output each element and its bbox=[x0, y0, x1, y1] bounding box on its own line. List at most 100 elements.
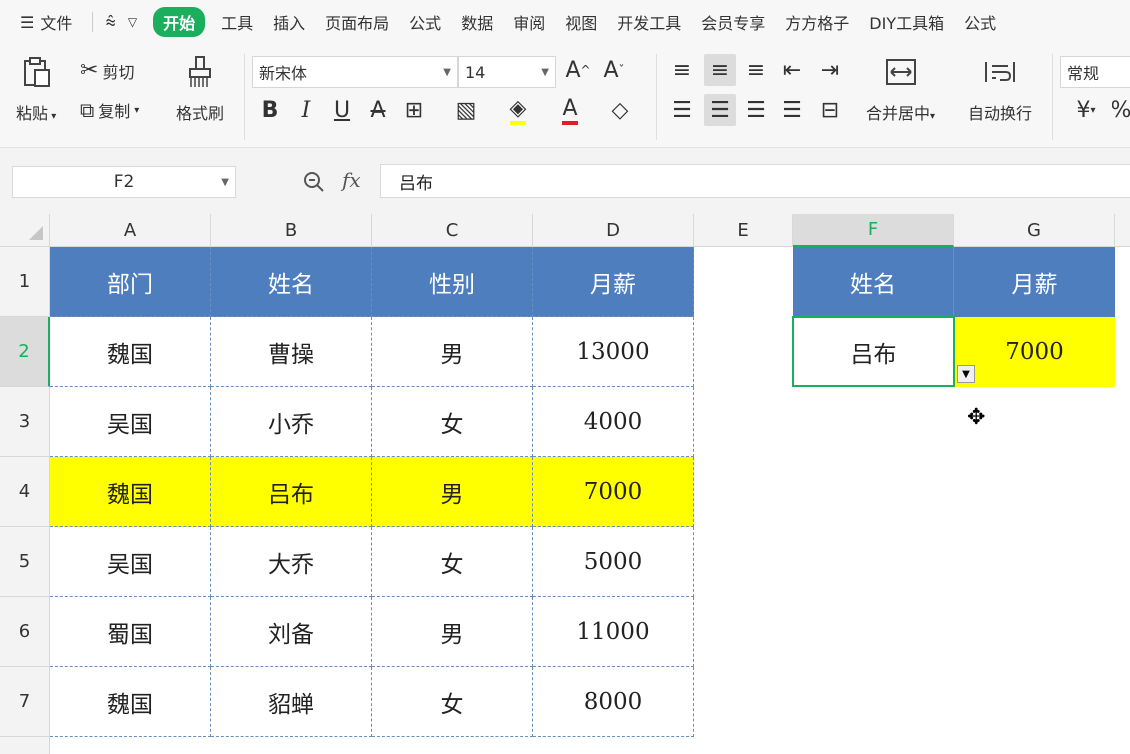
tab-view[interactable]: 视图 bbox=[555, 10, 607, 34]
tab-data[interactable]: 数据 bbox=[451, 10, 503, 34]
table-cell[interactable]: 貂蝉 bbox=[211, 667, 372, 737]
copy-button[interactable]: ⧉ 复制 ▾ bbox=[80, 98, 139, 122]
table-cell[interactable]: 魏国 bbox=[50, 667, 211, 737]
column-header-f[interactable]: F bbox=[793, 214, 954, 247]
align-middle-icon[interactable]: ≡ bbox=[704, 54, 736, 86]
name-box[interactable]: F2 ▼ bbox=[12, 166, 236, 198]
column-header-b[interactable]: B bbox=[211, 214, 372, 247]
table-header-cell[interactable]: 部门 bbox=[50, 247, 211, 317]
italic-icon[interactable]: I bbox=[292, 94, 320, 126]
align-left-icon[interactable]: ☰ bbox=[668, 94, 696, 126]
table-header-cell[interactable]: 性别 bbox=[372, 247, 533, 317]
tab-insert[interactable]: 插入 bbox=[263, 10, 315, 34]
dropdown-list-button[interactable]: ▼ bbox=[957, 365, 975, 383]
table-cell[interactable]: 女 bbox=[372, 667, 533, 737]
column-header-c[interactable]: C bbox=[372, 214, 533, 247]
zoom-search-icon[interactable] bbox=[302, 170, 326, 199]
table-cell[interactable]: 8000 bbox=[533, 667, 694, 737]
increase-font-icon[interactable]: A ^ bbox=[564, 54, 592, 86]
fill-color-icon[interactable]: ◈ bbox=[504, 94, 532, 126]
column-header-a[interactable]: A bbox=[50, 214, 211, 247]
table-cell[interactable]: 男 bbox=[372, 317, 533, 387]
fill-pattern-icon[interactable]: ▧ bbox=[452, 94, 480, 126]
column-header-h[interactable] bbox=[1115, 214, 1130, 247]
merge-center-button[interactable]: 合并居中▾ bbox=[866, 56, 935, 124]
row-header-7[interactable]: 7 bbox=[0, 667, 50, 737]
tab-developer[interactable]: 开发工具 bbox=[607, 10, 691, 34]
tab-review[interactable]: 审阅 bbox=[503, 10, 555, 34]
table-cell[interactable]: 刘备 bbox=[211, 597, 372, 667]
decrease-indent-icon[interactable]: ⇤ bbox=[778, 54, 806, 86]
table-cell[interactable]: 男 bbox=[372, 597, 533, 667]
number-format-select[interactable]: 常规 bbox=[1060, 56, 1130, 88]
tab-diy-toolbox[interactable]: DIY工具箱 bbox=[859, 10, 954, 34]
decrease-font-icon[interactable]: Aˇ bbox=[600, 54, 628, 86]
font-name-select[interactable]: 新宋体 ▼ bbox=[252, 56, 458, 88]
table-cell-highlighted[interactable]: 7000 bbox=[533, 457, 694, 527]
row-header-8[interactable] bbox=[0, 737, 50, 754]
table-cell-highlighted[interactable]: 吕布 bbox=[211, 457, 372, 527]
table-cell-highlighted[interactable]: 魏国 bbox=[50, 457, 211, 527]
clear-format-icon[interactable]: ◇ bbox=[606, 94, 634, 126]
column-header-g[interactable]: G bbox=[954, 214, 1115, 247]
worksheet-grid[interactable]: 部门 姓名 性别 月薪 魏国 曹操 男 13000 吴国 小乔 女 4000 魏… bbox=[50, 247, 1130, 754]
tab-home[interactable]: 开始 bbox=[153, 7, 206, 37]
table-cell[interactable]: 女 bbox=[372, 527, 533, 597]
table-cell[interactable]: 13000 bbox=[533, 317, 694, 387]
table-cell[interactable]: 蜀国 bbox=[50, 597, 211, 667]
row-header-5[interactable]: 5 bbox=[0, 527, 50, 597]
cut-button[interactable]: ✂ 剪切 bbox=[80, 58, 134, 83]
align-bottom-icon[interactable]: ≡ bbox=[742, 54, 770, 86]
percent-icon[interactable]: % bbox=[1112, 94, 1130, 126]
format-painter-button[interactable]: 格式刷 bbox=[176, 56, 224, 124]
align-top-icon[interactable]: ≡ bbox=[668, 54, 696, 86]
strikethrough-icon[interactable]: A bbox=[364, 94, 392, 126]
row-header-1[interactable]: 1 bbox=[0, 247, 50, 317]
distribute-icon[interactable]: ⊟ bbox=[816, 94, 844, 126]
sort-icon[interactable]: ⩯ bbox=[99, 12, 122, 33]
lookup-salary-cell[interactable]: 7000 bbox=[954, 317, 1115, 387]
wrap-text-button[interactable]: 自动换行 bbox=[968, 56, 1032, 124]
font-size-select[interactable]: 14 ▼ bbox=[458, 56, 556, 88]
quick-access-dropdown-icon[interactable]: ▽ bbox=[122, 15, 143, 29]
increase-indent-icon[interactable]: ⇥ bbox=[816, 54, 844, 86]
row-header-4[interactable]: 4 bbox=[0, 457, 50, 527]
tab-tools[interactable]: 工具 bbox=[211, 10, 263, 34]
file-menu[interactable]: ☰ 文件 bbox=[0, 10, 86, 34]
tab-ffcell[interactable]: 方方格子 bbox=[775, 10, 859, 34]
table-cell[interactable]: 5000 bbox=[533, 527, 694, 597]
formula-input[interactable]: 吕布 bbox=[380, 164, 1130, 198]
tab-formulas[interactable]: 公式 bbox=[399, 10, 451, 34]
table-cell[interactable]: 11000 bbox=[533, 597, 694, 667]
table-cell-highlighted[interactable]: 男 bbox=[372, 457, 533, 527]
table-header-cell[interactable]: 姓名 bbox=[211, 247, 372, 317]
align-center-icon[interactable]: ☰ bbox=[704, 94, 736, 126]
border-icon[interactable]: ⊞ bbox=[400, 94, 428, 126]
table-header-cell[interactable]: 月薪 bbox=[533, 247, 694, 317]
font-color-icon[interactable]: A bbox=[556, 94, 584, 126]
lookup-header-salary[interactable]: 月薪 bbox=[954, 247, 1115, 317]
fx-icon[interactable]: fx bbox=[342, 168, 361, 192]
row-header-6[interactable]: 6 bbox=[0, 597, 50, 667]
table-cell[interactable]: 吴国 bbox=[50, 387, 211, 457]
tab-page-layout[interactable]: 页面布局 bbox=[315, 10, 399, 34]
bold-icon[interactable]: B bbox=[256, 94, 284, 126]
table-cell[interactable]: 魏国 bbox=[50, 317, 211, 387]
tab-member[interactable]: 会员专享 bbox=[691, 10, 775, 34]
table-cell[interactable]: 4000 bbox=[533, 387, 694, 457]
table-cell[interactable]: 女 bbox=[372, 387, 533, 457]
column-header-d[interactable]: D bbox=[533, 214, 694, 247]
underline-icon[interactable]: U bbox=[328, 94, 356, 126]
row-header-2[interactable]: 2 bbox=[0, 317, 50, 387]
paste-button[interactable]: 粘贴 ▾ bbox=[16, 56, 56, 124]
row-header-3[interactable]: 3 bbox=[0, 387, 50, 457]
table-cell[interactable]: 大乔 bbox=[211, 527, 372, 597]
tab-formula-extra[interactable]: 公式 bbox=[954, 10, 1006, 34]
table-cell[interactable]: 吴国 bbox=[50, 527, 211, 597]
table-cell[interactable]: 曹操 bbox=[211, 317, 372, 387]
align-right-icon[interactable]: ☰ bbox=[742, 94, 770, 126]
currency-button[interactable]: ¥ ▾ bbox=[1066, 94, 1106, 126]
select-all-corner[interactable] bbox=[0, 214, 50, 247]
lookup-header-name[interactable]: 姓名 bbox=[793, 247, 954, 317]
column-header-e[interactable]: E bbox=[694, 214, 793, 247]
